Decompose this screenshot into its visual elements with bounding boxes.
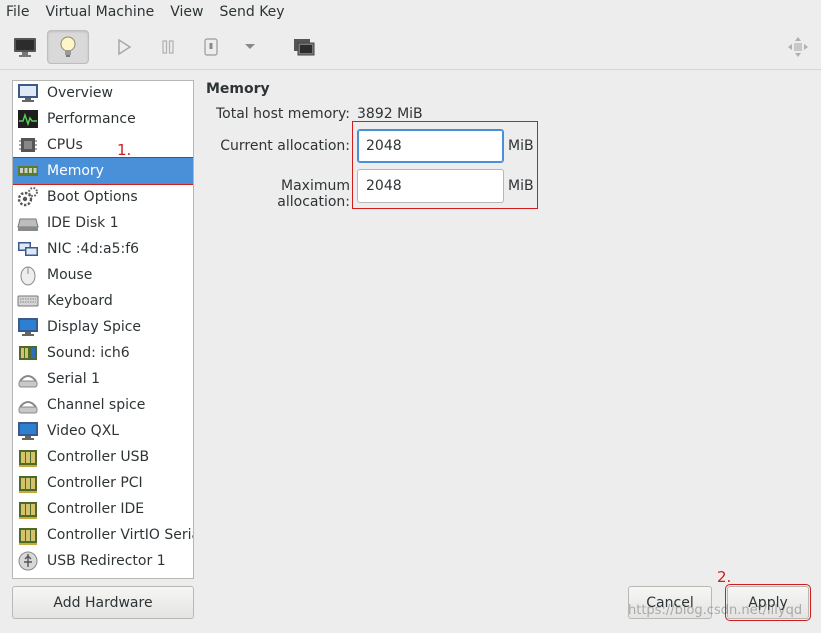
disk-icon [17,212,39,234]
keyboard-icon [17,290,39,312]
sidebar-item-usb-redirector-1[interactable]: USB Redirector 1 [13,548,193,574]
annotation-step-2: 2. [717,568,732,586]
sidebar-item-boot-options[interactable]: Boot Options [13,184,193,210]
annotation-box-memory [352,121,538,209]
sidebar-item-keyboard[interactable]: Keyboard [13,288,193,314]
fullscreen-button[interactable] [784,30,812,64]
annotation-step-1: 1. [117,141,132,159]
add-hardware-button[interactable]: Add Hardware [12,586,194,619]
memory-section-title: Memory [206,81,270,97]
pause-button[interactable] [152,30,184,64]
sidebar-item-label: Boot Options [47,189,138,205]
controller-icon [17,498,39,520]
sidebar-item-label: Controller PCI [47,475,143,491]
sidebar-item-ide-disk-1[interactable]: IDE Disk 1 [13,210,193,236]
channel-icon [17,394,39,416]
monitor-icon [14,38,36,57]
sidebar-item-label: Video QXL [47,423,120,439]
performance-icon [17,108,39,130]
sidebar-item-label: IDE Disk 1 [47,215,119,231]
screenshot-icon [294,39,315,56]
sidebar-item-video-qxl[interactable]: Video QXL [13,418,193,444]
sidebar-item-label: Display Spice [47,319,142,335]
details-button[interactable] [47,30,89,64]
total-host-memory-value: 3892 MiB [357,106,423,122]
menu-send-key[interactable]: Send Key [211,0,292,24]
sidebar-item-mouse[interactable]: Mouse [13,262,193,288]
sound-icon [17,342,39,364]
overview-icon [17,82,39,104]
memory-icon [17,160,39,182]
sidebar-item-memory[interactable]: Memory [13,157,193,185]
sidebar-item-controller-pci[interactable]: Controller PCI [13,470,193,496]
controller-icon [17,524,39,546]
sidebar-item-display-spice[interactable]: Display Spice [13,314,193,340]
controller-icon [17,446,39,468]
pause-icon [162,40,174,54]
maximum-allocation-label: Maximum allocation: [277,178,350,210]
sidebar-item-controller-virtio-serial[interactable]: Controller VirtIO Serial [13,522,193,548]
toolbar [0,24,821,70]
sidebar-item-label: Controller USB [47,449,150,465]
sidebar-item-controller-usb[interactable]: Controller USB [13,444,193,470]
sidebar-item-label: Serial 1 [47,371,100,387]
sidebar-item-label: Memory [47,163,104,179]
sidebar-item-nic-4d-a5-f6[interactable]: NIC :4d:a5:f6 [13,236,193,262]
sidebar-item-label: Mouse [47,267,93,283]
sidebar-item-label: CPUs [47,137,83,153]
serial-icon [17,368,39,390]
sidebar-item-cpus[interactable]: CPUs [13,132,193,158]
shutdown-menu-button[interactable] [238,30,262,64]
usb-redirector-icon [17,550,39,572]
play-icon [118,38,132,56]
nic-icon [17,238,39,260]
watermark: https://blog.csdn.net/lllyqd [628,603,803,618]
display-icon [17,316,39,338]
cpu-icon [17,134,39,156]
sidebar-item-label: USB Redirector 1 [47,553,166,569]
sidebar-item-serial-1[interactable]: Serial 1 [13,366,193,392]
controller-icon [17,472,39,494]
sidebar-item-overview[interactable]: Overview [13,81,193,106]
sidebar-item-label: Controller VirtIO Serial [47,527,194,543]
mouse-icon [17,264,39,286]
sidebar-item-performance[interactable]: Performance [13,106,193,132]
sidebar-item-label: Keyboard [47,293,113,309]
sidebar-item-controller-ide[interactable]: Controller IDE [13,496,193,522]
hardware-list: Overview Performance CPUs Memory Boot Option… [12,80,194,579]
shutdown-button[interactable] [196,30,226,64]
total-host-memory-label: Total host memory: [215,106,350,122]
power-icon [204,38,218,56]
sidebar-item-label: Channel spice [47,397,146,413]
add-hardware-label: Add Hardware [53,594,153,611]
sidebar-item-label: Performance [47,111,136,127]
sidebar-item-channel-spice[interactable]: Channel spice [13,392,193,418]
menubar: File Virtual Machine View Send Key [0,0,821,24]
sidebar-item-label: NIC :4d:a5:f6 [47,241,140,257]
current-allocation-label: Current allocation: [220,138,350,154]
lightbulb-icon [60,36,76,57]
menu-virtual-machine[interactable]: Virtual Machine [37,0,162,24]
fullscreen-icon [788,37,808,57]
sidebar-item-label: Overview [47,85,113,101]
run-button[interactable] [108,30,140,64]
menu-file[interactable]: File [0,0,37,24]
sidebar-item-sound-ich6[interactable]: Sound: ich6 [13,340,193,366]
console-button[interactable] [7,30,43,64]
boot-options-icon [17,186,39,208]
video-icon [17,420,39,442]
sidebar-item-label: Controller IDE [47,501,145,517]
dropdown-icon [245,44,255,49]
screenshot-button[interactable] [288,30,320,64]
sidebar-item-label: Sound: ich6 [47,345,130,361]
menu-view[interactable]: View [162,0,211,24]
